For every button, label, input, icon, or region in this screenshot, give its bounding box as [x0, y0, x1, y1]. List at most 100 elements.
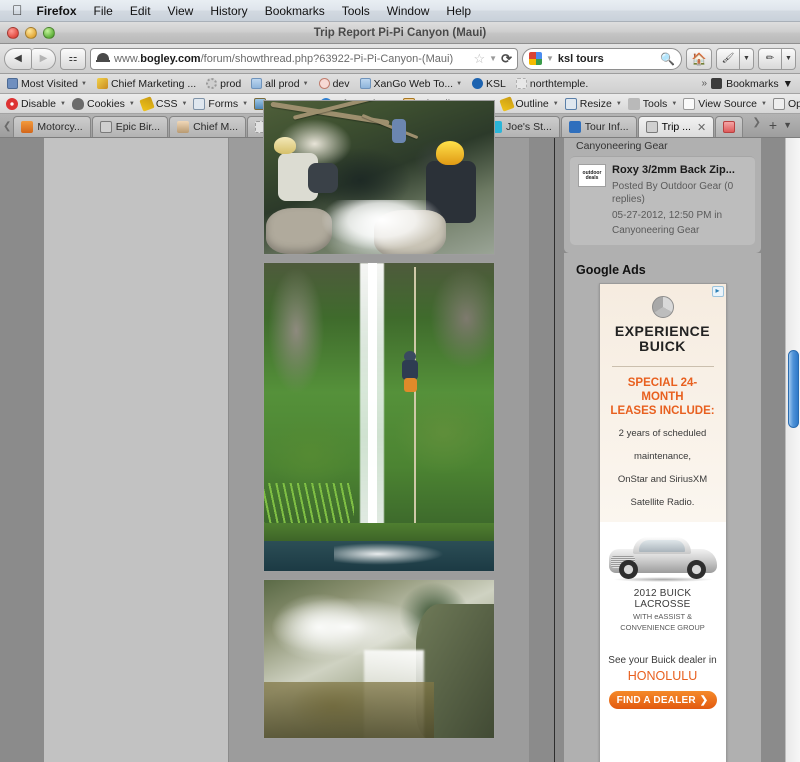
reload-icon[interactable]: ⟳: [501, 51, 512, 67]
close-icon[interactable]: ✕: [697, 121, 706, 134]
car-front-wheel: [618, 559, 638, 579]
tab-bar-controls: ❯ + ▼: [748, 117, 799, 137]
devtool-css[interactable]: CSS ▼: [138, 95, 191, 112]
devtool-outline[interactable]: Outline ▼: [498, 95, 562, 112]
measure-icon[interactable]: ✏: [758, 47, 782, 70]
bookmark-label: prod: [220, 77, 242, 90]
menu-item-tools[interactable]: Tools: [342, 4, 370, 18]
page-actions-button[interactable]: ⚏: [60, 47, 86, 70]
bookmark-xango-web-tools[interactable]: XanGo Web To... ▼: [356, 77, 467, 91]
google-icon[interactable]: [529, 52, 542, 65]
vertical-scroll-thumb[interactable]: [788, 350, 799, 428]
chevron-down-icon: ▼: [181, 100, 188, 107]
chevron-down-icon[interactable]: ▼: [489, 54, 497, 63]
menu-item-bookmarks[interactable]: Bookmarks: [265, 4, 325, 18]
bookmarks-toolbar: Most Visited ▼ Chief Marketing ... prod …: [0, 74, 800, 94]
tab-chief-marketing[interactable]: Chief M...: [169, 116, 246, 137]
ad-vehicle-trim-2: CONVENIENCE GROUP: [620, 623, 705, 633]
chevron-right-icon[interactable]: ❯: [752, 117, 763, 133]
forward-button[interactable]: ▶: [32, 47, 56, 70]
bookmark-prod[interactable]: prod: [202, 77, 245, 91]
bookmark-chief-marketing[interactable]: Chief Marketing ...: [93, 77, 200, 91]
double-chevron-icon[interactable]: »: [702, 78, 708, 89]
url-bar[interactable]: www.bogley.com/forum/showthread.php?6392…: [90, 47, 518, 70]
devtool-cookies[interactable]: Cookies ▼: [69, 97, 138, 111]
waterfall-rappel-photo[interactable]: Rappeller descending beside a tall water…: [263, 262, 495, 572]
measure-dropdown-icon[interactable]: ▼: [782, 47, 796, 70]
waterfall-core: [368, 263, 377, 555]
devtool-forms[interactable]: Forms ▼: [190, 97, 251, 111]
buick-advertisement[interactable]: ▸ EXPERIENCE BUICK SPECIAL 24-MONTH LEAS…: [598, 282, 727, 762]
chevron-down-icon[interactable]: ▼: [783, 120, 792, 130]
bookmarks-menu-label[interactable]: Bookmarks: [726, 78, 779, 90]
scrollbar-arrows[interactable]: ▲ ▼: [786, 755, 800, 762]
vertical-scrollbar[interactable]: ▲ ▼: [785, 138, 800, 762]
adchoices-icon[interactable]: ▸: [711, 285, 724, 297]
bookmark-dev[interactable]: dev: [315, 77, 354, 91]
recent-threads-panel: Canyoneering Gear outdoor deals Roxy 3/2…: [564, 138, 761, 253]
devtool-tools[interactable]: Tools ▼: [625, 97, 680, 111]
resize-icon: [564, 97, 577, 110]
bookmark-all-prod[interactable]: all prod ▼: [247, 77, 312, 91]
plus-icon[interactable]: +: [769, 117, 777, 133]
menu-item-view[interactable]: View: [168, 4, 194, 18]
devtool-label: Outline: [515, 97, 549, 110]
magnifier-icon[interactable]: 🔍: [660, 52, 675, 66]
cascade-pool-photo[interactable]: Water cascading over mossy rocks into a …: [263, 579, 495, 739]
google-ads-heading: Google Ads: [576, 262, 646, 277]
search-bar[interactable]: ▼ ksl tours 🔍: [522, 47, 682, 70]
menu-item-file[interactable]: File: [94, 4, 113, 18]
site-identity-icon[interactable]: [96, 52, 110, 65]
bookmarks-overflow-area: » Bookmarks ▼: [702, 78, 797, 90]
devtool-view-source[interactable]: View Source ▼: [680, 97, 770, 111]
star-icon[interactable]: ☆: [474, 51, 486, 67]
devtool-label: Cookies: [86, 97, 125, 110]
search-input[interactable]: ksl tours: [558, 53, 656, 65]
chevron-right-icon: ❯: [699, 694, 709, 706]
search-engine-chevron-icon[interactable]: ▼: [546, 54, 554, 63]
menu-item-edit[interactable]: Edit: [130, 4, 151, 18]
back-button[interactable]: ◀: [4, 47, 32, 70]
devtool-options[interactable]: Options: [770, 97, 800, 111]
thread-meta-category: Canyoneering Gear: [612, 225, 700, 237]
chevron-down-icon[interactable]: ▼: [783, 78, 793, 90]
menu-item-window[interactable]: Window: [387, 4, 430, 18]
url-text: www.bogley.com/forum/showthread.php?6392…: [114, 52, 454, 65]
tab-trip-report[interactable]: Trip ... ✕: [637, 116, 715, 137]
menu-item-history[interactable]: History: [210, 4, 247, 18]
devtool-label: Forms: [208, 97, 239, 110]
apple-logo-icon[interactable]: : [12, 3, 23, 17]
tab-tour-info[interactable]: Tour Inf...: [560, 116, 637, 137]
chevron-left-icon[interactable]: ❮: [2, 121, 13, 137]
bookmark-label: XanGo Web To...: [373, 77, 454, 90]
devtool-disable[interactable]: Disable ▼: [3, 97, 69, 111]
view-source-icon: [683, 97, 696, 110]
canyoneering-group-photo[interactable]: Canyoneers in helmets beside a stream: [263, 100, 495, 255]
distant-person: [392, 119, 406, 143]
tab-motorcycle[interactable]: Motorcy...: [13, 116, 91, 137]
find-a-dealer-button[interactable]: FIND A DEALER ❯: [608, 691, 717, 710]
devtool-resize[interactable]: Resize ▼: [562, 97, 625, 111]
tab-mail[interactable]: [715, 116, 744, 137]
ad-brand-line-1: EXPERIENCE: [614, 322, 711, 339]
bookmark-northtemple[interactable]: northtemple.: [512, 77, 592, 91]
category-label-top: Canyoneering Gear: [576, 140, 668, 152]
pool-foam: [334, 543, 444, 565]
ksl-icon: [472, 78, 484, 89]
tab-epic-bird[interactable]: Epic Bir...: [91, 116, 169, 137]
thread-title-link[interactable]: Roxy 3/2mm Back Zip...: [612, 164, 747, 178]
bookmark-label: KSL: [486, 77, 506, 90]
bogley-favicon: [645, 121, 658, 133]
home-button[interactable]: 🏠: [686, 47, 712, 70]
eyedropper-dropdown-icon[interactable]: ▼: [740, 47, 754, 70]
thread-details: Roxy 3/2mm Back Zip... Posted By Outdoor…: [612, 164, 747, 238]
cta-label: FIND A DEALER: [616, 694, 696, 706]
bookmark-ksl[interactable]: KSL: [468, 77, 510, 91]
menu-item-help[interactable]: Help: [446, 4, 471, 18]
eyedropper-icon[interactable]: 🖌: [716, 47, 740, 70]
menu-item-firefox[interactable]: Firefox: [37, 4, 77, 18]
bookmark-most-visited[interactable]: Most Visited ▼: [3, 77, 91, 91]
sidebar-thread-item[interactable]: outdoor deals Roxy 3/2mm Back Zip... Pos…: [570, 156, 755, 245]
chevron-down-icon: ▼: [81, 80, 87, 87]
ad-brand-line-2: BUICK: [639, 338, 686, 355]
